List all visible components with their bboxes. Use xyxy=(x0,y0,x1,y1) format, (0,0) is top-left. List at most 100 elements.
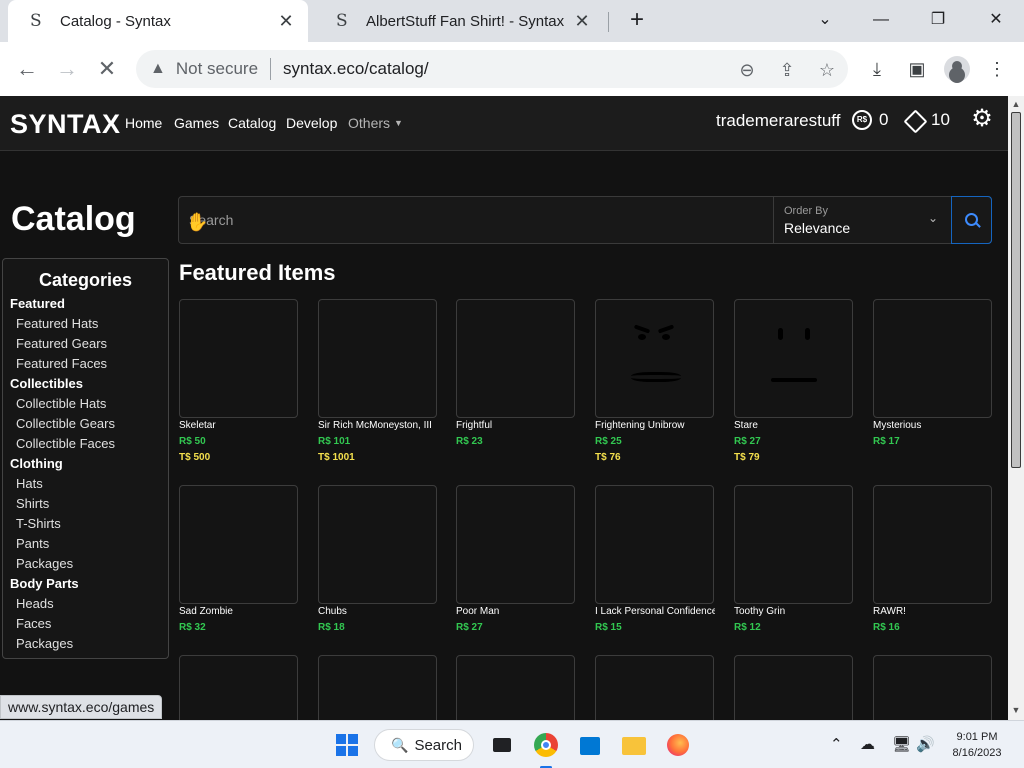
tab-catalog[interactable]: S Catalog - Syntax ✕ xyxy=(8,0,308,42)
category-heading[interactable]: Clothing xyxy=(10,456,63,471)
item-thumbnail[interactable] xyxy=(734,655,853,720)
site-logo[interactable]: SYNTAX xyxy=(10,109,121,140)
item-thumbnail[interactable] xyxy=(456,485,575,604)
catalog-item-card[interactable]: Chubs R$ 18 xyxy=(318,485,438,636)
side-panel-icon[interactable]: ▣ xyxy=(904,56,930,82)
catalog-item-card[interactable]: RAWR! R$ 16 xyxy=(873,485,993,636)
item-thumbnail[interactable] xyxy=(873,299,992,418)
new-tab-button[interactable]: + xyxy=(624,8,650,34)
catalog-item-card[interactable]: Skeletar R$ 50 T$ 500 xyxy=(179,299,299,466)
catalog-item-card[interactable] xyxy=(318,655,438,720)
item-name[interactable]: Sir Rich McMoneyston, III xyxy=(318,420,438,434)
catalog-item-card[interactable] xyxy=(179,655,299,720)
item-thumbnail[interactable] xyxy=(318,655,437,720)
item-thumbnail[interactable] xyxy=(734,299,853,418)
category-link[interactable]: Heads xyxy=(16,596,54,611)
item-name[interactable]: Chubs xyxy=(318,606,438,620)
catalog-item-card[interactable]: I Lack Personal Confidence R$ 15 xyxy=(595,485,715,636)
system-clock[interactable]: 9:01 PM 8/16/2023 xyxy=(946,729,1008,761)
catalog-item-card[interactable] xyxy=(456,655,576,720)
category-link[interactable]: Collectible Hats xyxy=(16,396,106,411)
scrollbar-thumb[interactable] xyxy=(1011,112,1021,468)
item-thumbnail[interactable] xyxy=(318,299,437,418)
close-window-button[interactable]: ✕ xyxy=(983,8,1009,32)
category-heading[interactable]: Body Parts xyxy=(10,576,79,591)
onedrive-icon[interactable]: ☁ xyxy=(860,735,875,753)
category-link[interactable]: Packages xyxy=(16,556,73,571)
item-name[interactable]: Stare xyxy=(734,420,854,434)
item-thumbnail[interactable] xyxy=(179,299,298,418)
item-thumbnail[interactable] xyxy=(595,485,714,604)
catalog-item-card[interactable] xyxy=(595,655,715,720)
order-by-select[interactable]: Order By Relevance ⌄ xyxy=(773,197,951,243)
category-link[interactable]: Shirts xyxy=(16,496,49,511)
username-link[interactable]: trademerarestuff xyxy=(716,111,840,131)
category-link[interactable]: Collectible Gears xyxy=(16,416,115,431)
nav-others-dropdown[interactable]: Others ▼ xyxy=(348,115,403,131)
windows-start-icon[interactable] xyxy=(331,729,363,761)
category-link[interactable]: Featured Faces xyxy=(16,356,107,371)
item-name[interactable]: Sad Zombie xyxy=(179,606,299,620)
item-thumbnail[interactable] xyxy=(179,485,298,604)
item-thumbnail[interactable] xyxy=(595,299,714,418)
item-name[interactable]: Skeletar xyxy=(179,420,299,434)
item-thumbnail[interactable] xyxy=(734,485,853,604)
item-thumbnail[interactable] xyxy=(318,485,437,604)
item-name[interactable]: Toothy Grin xyxy=(734,606,854,620)
nav-games[interactable]: Games xyxy=(174,115,219,131)
url-text[interactable]: syntax.eco/catalog/ xyxy=(283,59,429,79)
category-link[interactable]: Collectible Faces xyxy=(16,436,115,451)
category-link[interactable]: Pants xyxy=(16,536,49,551)
chevron-up-icon[interactable]: ⌃ xyxy=(830,735,843,753)
category-link[interactable]: Featured Hats xyxy=(16,316,98,331)
download-icon[interactable]: ⤓ xyxy=(864,56,890,82)
stop-loading-button[interactable]: ✕ xyxy=(94,56,120,82)
search-button[interactable] xyxy=(951,196,992,244)
catalog-item-card[interactable]: Sir Rich McMoneyston, III R$ 101 T$ 1001 xyxy=(318,299,438,466)
catalog-item-card[interactable] xyxy=(873,655,993,720)
tab-fan-shirt[interactable]: S AlbertStuff Fan Shirt! - Syntax ✕ xyxy=(314,0,604,42)
restore-button[interactable]: ❐ xyxy=(925,8,951,32)
scroll-up-arrow-icon[interactable]: ▲ xyxy=(1008,96,1024,112)
category-link[interactable]: T-Shirts xyxy=(16,516,61,531)
tab-search-chevron-icon[interactable]: ⌄ xyxy=(812,8,838,32)
tickets-balance[interactable]: 10 xyxy=(904,110,950,130)
item-thumbnail[interactable] xyxy=(179,655,298,720)
catalog-item-card[interactable]: Frightful R$ 23 xyxy=(456,299,576,450)
catalog-item-card[interactable]: Stare R$ 27 T$ 79 xyxy=(734,299,854,466)
task-view-icon[interactable] xyxy=(486,729,518,761)
category-heading[interactable]: Collectibles xyxy=(10,376,83,391)
profile-avatar-icon[interactable] xyxy=(944,56,970,82)
bookmark-star-icon[interactable]: ☆ xyxy=(816,59,838,81)
security-label[interactable]: Not secure xyxy=(176,59,258,79)
catalog-item-card[interactable]: Sad Zombie R$ 32 xyxy=(179,485,299,636)
catalog-item-card[interactable]: Mysterious R$ 17 xyxy=(873,299,993,450)
back-button[interactable]: ← xyxy=(14,56,40,82)
catalog-item-card[interactable]: Toothy Grin R$ 12 xyxy=(734,485,854,636)
warning-icon[interactable]: ▲ xyxy=(150,60,166,78)
microsoft-store-icon[interactable] xyxy=(574,729,606,761)
zoom-icon[interactable]: ⊖ xyxy=(736,59,758,81)
category-heading[interactable]: Featured xyxy=(10,296,65,311)
item-thumbnail[interactable] xyxy=(456,655,575,720)
firefox-icon[interactable] xyxy=(662,729,694,761)
taskbar-search-button[interactable]: 🔍 Search xyxy=(374,729,474,761)
close-tab-icon[interactable]: ✕ xyxy=(572,11,592,32)
item-name[interactable]: Mysterious xyxy=(873,420,993,434)
nav-home[interactable]: Home xyxy=(125,115,162,131)
page-scrollbar[interactable]: ▲ ▼ xyxy=(1008,96,1024,720)
catalog-item-card[interactable]: Frightening Unibrow R$ 25 T$ 76 xyxy=(595,299,715,466)
robux-balance[interactable]: R$ 0 xyxy=(852,110,888,130)
item-name[interactable]: I Lack Personal Confidence xyxy=(595,606,715,620)
settings-gear-icon[interactable]: ⚙ xyxy=(970,107,994,131)
item-name[interactable]: Frightening Unibrow xyxy=(595,420,715,434)
item-thumbnail[interactable] xyxy=(873,655,992,720)
category-link[interactable]: Faces xyxy=(16,616,51,631)
item-thumbnail[interactable] xyxy=(456,299,575,418)
catalog-item-card[interactable] xyxy=(734,655,854,720)
category-link[interactable]: Packages xyxy=(16,636,73,651)
item-thumbnail[interactable] xyxy=(595,655,714,720)
volume-icon[interactable]: 🔊 xyxy=(916,735,935,753)
forward-button[interactable]: → xyxy=(54,56,80,82)
item-name[interactable]: Frightful xyxy=(456,420,576,434)
